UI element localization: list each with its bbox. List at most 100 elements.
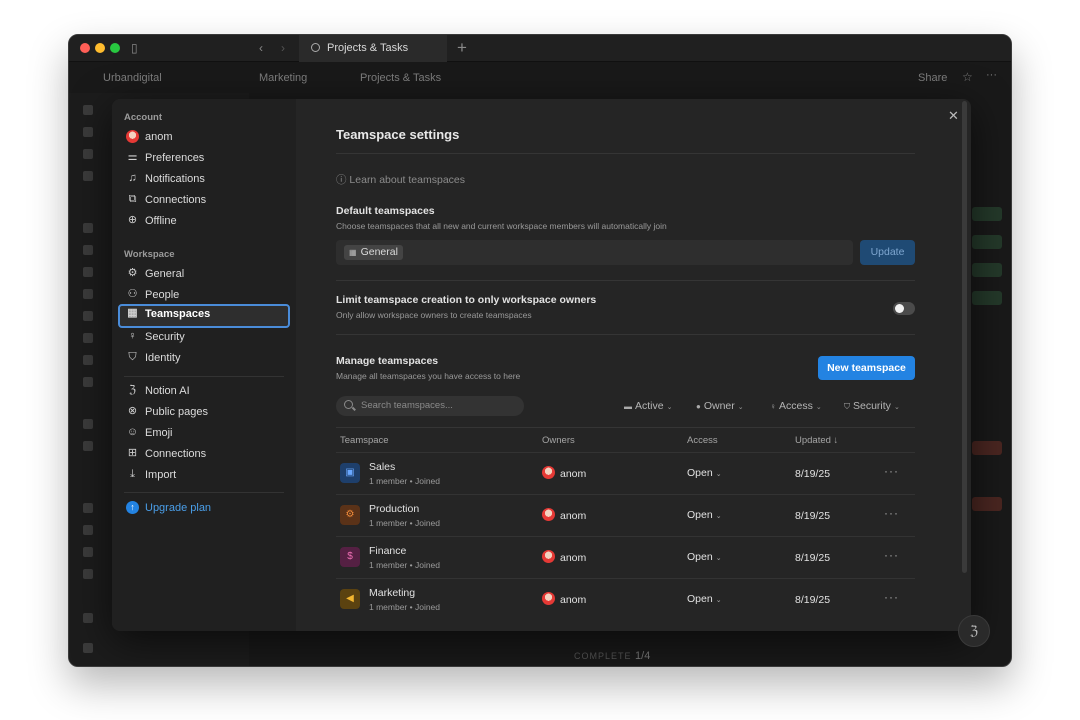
teamspace-name: Sales — [369, 461, 396, 473]
limit-creation-desc: Only allow workspace owners to create te… — [336, 310, 532, 320]
title-divider — [336, 153, 915, 154]
ai-assistant-icon[interactable]: ℨ — [958, 615, 990, 647]
row-more-icon[interactable]: ··· — [884, 506, 899, 520]
star-icon[interactable]: ☆ — [962, 70, 973, 84]
chevron-down-icon: ⌄ — [715, 471, 722, 478]
minimize-window-button[interactable] — [95, 43, 105, 53]
owner-cell: anom — [542, 508, 586, 522]
nav-item-upgrade-plan[interactable]: ↑ Upgrade plan — [118, 498, 290, 519]
grid-icon: ⊞ — [127, 447, 138, 459]
shield-icon: ⛉ — [844, 402, 850, 411]
search-icon — [344, 400, 353, 409]
nav-item-public-pages[interactable]: ⊗ Public pages — [118, 402, 290, 423]
column-header-access[interactable]: Access — [687, 435, 718, 446]
limit-creation-toggle[interactable] — [893, 302, 915, 315]
nav-item-notifications[interactable]: ♫ Notifications — [118, 169, 290, 190]
nav-item-people[interactable]: ⚇ People — [118, 285, 290, 306]
table-row[interactable]: $ Finance 1 member • Joined anom Open ⌄ 8… — [336, 536, 915, 578]
breadcrumb-current[interactable]: Projects & Tasks — [360, 72, 441, 84]
breadcrumb-parent[interactable]: Marketing — [259, 72, 307, 84]
section-divider — [336, 280, 915, 281]
person-icon: ● — [696, 402, 701, 411]
smile-icon: ☺ — [126, 426, 139, 438]
new-teamspace-button[interactable]: New teamspace — [818, 356, 915, 380]
chevron-down-icon: ⌄ — [666, 404, 673, 411]
zoom-window-button[interactable] — [110, 43, 120, 53]
shield-icon: ⛉ — [128, 351, 137, 363]
update-button[interactable]: Update — [860, 240, 915, 265]
key-icon: ♀ — [770, 402, 776, 411]
sidebar-divider — [124, 376, 284, 377]
sidebar-toggle-icon[interactable]: ▯ — [131, 41, 138, 55]
table-top-divider — [336, 427, 915, 428]
filter-owner[interactable]: ● Owner ⌄ — [696, 400, 744, 412]
close-icon[interactable]: ✕ — [948, 108, 959, 124]
table-row[interactable]: ⚙ Production 1 member • Joined anom Open… — [336, 494, 915, 536]
table-row[interactable]: ▣ Sales 1 member • Joined anom Open ⌄ 8/1… — [336, 452, 915, 494]
nav-item-identity[interactable]: ⛉ Identity — [118, 348, 290, 369]
sliders-icon: ⚌ — [127, 151, 138, 163]
help-circle-icon: ⓘ — [336, 174, 347, 186]
money-icon: $ — [340, 547, 360, 567]
back-icon[interactable]: ‹ — [259, 41, 263, 55]
teamspace-chip[interactable]: ▦ General — [344, 245, 403, 260]
title-bar: ▯ ‹ › Projects & Tasks + — [69, 35, 1011, 62]
updated-cell: 8/19/25 — [795, 510, 831, 522]
nav-item-teamspaces[interactable]: ▦ Teamspaces — [118, 304, 290, 328]
nav-item-notion-ai[interactable]: ℨ Notion AI — [118, 381, 290, 402]
app-window: ▯ ‹ › Projects & Tasks + Urbandigital Ma… — [68, 34, 1012, 667]
teamspace-name: Marketing — [369, 587, 416, 599]
table-row[interactable]: ◀ Marketing 1 member • Joined anom Open ⌄… — [336, 578, 915, 620]
chevron-down-icon: ⌄ — [715, 597, 722, 604]
new-tab-icon[interactable]: + — [457, 38, 467, 58]
search-input[interactable]: Search teamspaces... — [336, 396, 524, 416]
nav-item-connections[interactable]: ⧉ Connections — [118, 190, 290, 211]
workspace-switcher[interactable]: Urbandigital — [103, 72, 162, 84]
nav-item-offline[interactable]: ⊕ Offline — [118, 211, 290, 232]
import-icon: ⤓ — [130, 468, 135, 480]
nav-item-account[interactable]: anom — [118, 127, 290, 148]
ai-face-icon: ℨ — [129, 384, 136, 396]
access-dropdown[interactable]: Open ⌄ — [687, 551, 722, 563]
access-dropdown[interactable]: Open ⌄ — [687, 593, 722, 605]
access-dropdown[interactable]: Open ⌄ — [687, 509, 722, 521]
page-icon — [311, 43, 320, 52]
learn-link[interactable]: ⓘ Learn about teamspaces — [336, 172, 465, 187]
globe-icon: ⊗ — [127, 405, 138, 417]
access-dropdown[interactable]: Open ⌄ — [687, 467, 722, 479]
nav-item-connections-workspace[interactable]: ⊞ Connections — [118, 444, 290, 465]
row-more-icon[interactable]: ··· — [884, 590, 899, 604]
teamspace-meta: 1 member • Joined — [369, 602, 441, 612]
forward-icon[interactable]: › — [281, 41, 285, 55]
modal-scrollbar[interactable] — [962, 101, 967, 573]
owner-cell: anom — [542, 466, 586, 480]
nav-item-preferences[interactable]: ⚌ Preferences — [118, 148, 290, 169]
filter-access[interactable]: ♀ Access ⌄ — [770, 400, 822, 412]
nav-item-emoji[interactable]: ☺ Emoji — [118, 423, 290, 444]
teamspace-name: Finance — [369, 545, 407, 557]
browser-tab[interactable]: Projects & Tasks — [299, 35, 447, 62]
store-icon: ▣ — [340, 463, 360, 483]
download-circle-icon: ⊕ — [127, 214, 138, 226]
close-window-button[interactable] — [80, 43, 90, 53]
filter-security[interactable]: ⛉ Security ⌄ — [844, 400, 900, 412]
share-button[interactable]: Share — [918, 72, 947, 84]
nav-item-import[interactable]: ⤓ Import — [118, 465, 290, 486]
filter-active[interactable]: ▬ Active ⌄ — [624, 400, 672, 412]
row-more-icon[interactable]: ··· — [884, 464, 899, 478]
chevron-down-icon: ⌄ — [715, 513, 722, 520]
default-teamspaces-input[interactable]: ▦ General — [336, 240, 853, 265]
more-icon[interactable]: ··· — [986, 69, 997, 81]
column-header-updated[interactable]: Updated ↓ — [795, 435, 838, 446]
tab-title: Projects & Tasks — [327, 42, 409, 54]
sidebar-divider — [124, 492, 284, 493]
chevron-down-icon: ⌄ — [737, 404, 744, 411]
progress-indicator: COMPLETE 1/4 — [574, 650, 651, 662]
column-header-teamspace[interactable]: Teamspace — [340, 435, 389, 446]
avatar — [542, 550, 555, 563]
owner-cell: anom — [542, 550, 586, 564]
nav-item-security[interactable]: ♀ Security — [118, 327, 290, 348]
nav-item-general[interactable]: ⚙ General — [118, 264, 290, 285]
row-more-icon[interactable]: ··· — [884, 548, 899, 562]
column-header-owners[interactable]: Owners — [542, 435, 575, 446]
